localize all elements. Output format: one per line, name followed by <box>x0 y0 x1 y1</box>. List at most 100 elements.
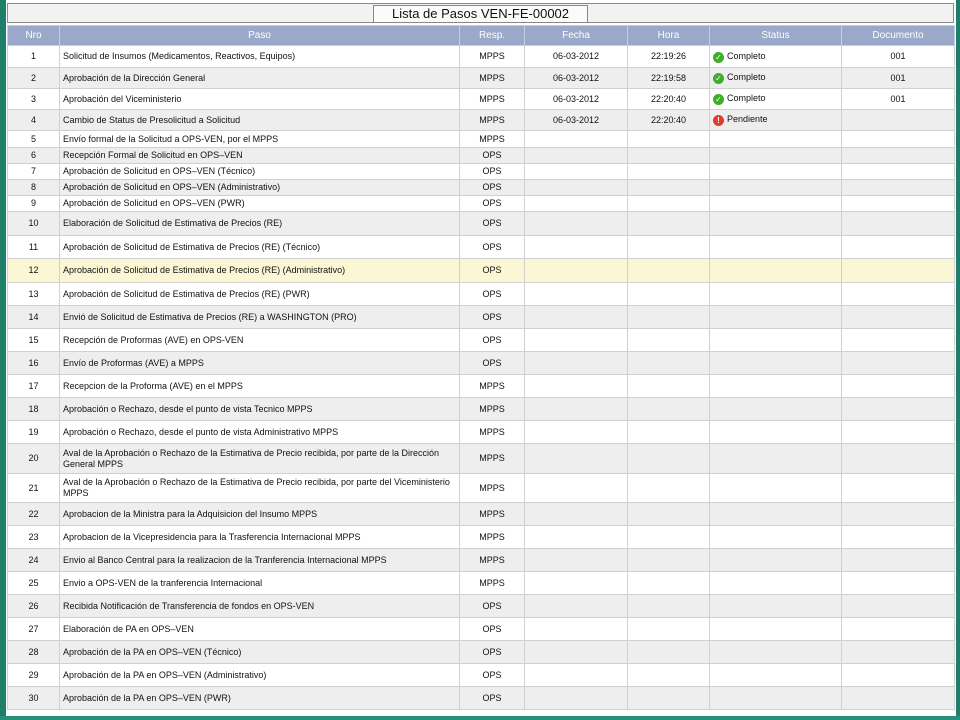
cell-fecha <box>524 374 628 398</box>
table-row[interactable]: 8 Aprobación de Solicitud en OPS–VEN (Adm… <box>7 179 955 196</box>
column-header-status[interactable]: Status <box>709 25 842 46</box>
table-row[interactable]: 12 Aprobación de Solicitud de Estimativa … <box>7 258 955 283</box>
cell-documento: 001 <box>841 88 955 110</box>
cell-resp: MPPS <box>459 109 525 131</box>
cell-fecha <box>524 663 628 687</box>
table-row[interactable]: 18 Aprobación o Rechazo, desde el punto d… <box>7 397 955 421</box>
table-row[interactable]: 26 Recibida Notificación de Transferencia… <box>7 594 955 618</box>
cell-documento <box>841 502 955 526</box>
table-row[interactable]: 22 Aprobacion de la Ministra para la Adqu… <box>7 502 955 526</box>
cell-status <box>709 397 842 421</box>
cell-status <box>709 686 842 710</box>
cell-resp: MPPS <box>459 397 525 421</box>
cell-status <box>709 211 842 236</box>
cell-paso: Solicitud de Insumos (Medicamentos, Reac… <box>59 45 460 68</box>
table-row[interactable]: 30 Aprobación de la PA en OPS–VEN (PWR) OP… <box>7 686 955 710</box>
table-row[interactable]: 13 Aprobación de Solicitud de Estimativa … <box>7 282 955 306</box>
column-header-hora[interactable]: Hora <box>627 25 710 46</box>
cell-hora <box>627 258 710 283</box>
cell-nro: 14 <box>7 305 60 329</box>
cell-resp: OPS <box>459 235 525 259</box>
table-row[interactable]: 24 Envio al Banco Central para la realiza… <box>7 548 955 572</box>
cell-documento <box>841 147 955 164</box>
panel-title-bar: Lista de Pasos VEN-FE-00002 <box>7 3 954 23</box>
cell-nro: 12 <box>7 258 60 283</box>
column-header-documento[interactable]: Documento <box>841 25 955 46</box>
cell-resp: OPS <box>459 328 525 352</box>
table-row[interactable]: 10 Elaboración de Solicitud de Estimativa… <box>7 211 955 236</box>
cell-hora <box>627 640 710 664</box>
cell-resp: OPS <box>459 640 525 664</box>
cell-hora <box>627 686 710 710</box>
table-row[interactable]: 5 Envío formal de la Solicitud a OPS-VEN,… <box>7 130 955 148</box>
cell-fecha <box>524 502 628 526</box>
cell-documento <box>841 640 955 664</box>
cell-resp: OPS <box>459 179 525 196</box>
cell-status <box>709 525 842 549</box>
cell-fecha <box>524 130 628 148</box>
table-row[interactable]: 25 Envio a OPS-VEN de la tranferencia Int… <box>7 571 955 595</box>
column-header-paso[interactable]: Paso <box>59 25 460 46</box>
table-row[interactable]: 4 Cambio de Status de Presolicitud a Soli… <box>7 109 955 131</box>
cell-paso: Aval de la Aprobación o Rechazo de la Es… <box>59 443 460 474</box>
table-row[interactable]: 29 Aprobación de la PA en OPS–VEN (Admini… <box>7 663 955 687</box>
cell-paso: Aprobación o Rechazo, desde el punto de … <box>59 397 460 421</box>
table-row[interactable]: 3 Aprobación del Viceministerio MPPS 06-03-… <box>7 88 955 110</box>
table-row[interactable]: 15 Recepción de Proformas (AVE) en OPS-VE… <box>7 328 955 352</box>
cell-hora <box>627 195 710 212</box>
cell-documento <box>841 195 955 212</box>
table-row[interactable]: 1 Solicitud de Insumos (Medicamentos, Rea… <box>7 45 955 68</box>
table-row[interactable]: 7 Aprobación de Solicitud en OPS–VEN (Téc… <box>7 163 955 180</box>
cell-resp: MPPS <box>459 548 525 572</box>
table-row[interactable]: 20 Aval de la Aprobación o Rechazo de la … <box>7 443 955 474</box>
table-row[interactable]: 28 Aprobación de la PA en OPS–VEN (Técnic… <box>7 640 955 664</box>
cell-resp: MPPS <box>459 525 525 549</box>
table-row[interactable]: 11 Aprobación de Solicitud de Estimativa … <box>7 235 955 259</box>
cell-resp: OPS <box>459 305 525 329</box>
page-title: Lista de Pasos VEN-FE-00002 <box>372 5 589 23</box>
cell-hora: 22:19:58 <box>627 67 710 89</box>
cell-documento <box>841 328 955 352</box>
cell-fecha <box>524 305 628 329</box>
cell-status <box>709 258 842 283</box>
table-row[interactable]: 2 Aprobación de la Dirección General MPPS 0… <box>7 67 955 89</box>
table-row[interactable]: 17 Recepcion de la Proforma (AVE) en el M… <box>7 374 955 398</box>
cell-nro: 16 <box>7 351 60 375</box>
cell-documento <box>841 548 955 572</box>
cell-status <box>709 443 842 474</box>
cell-paso: Aprobación de Solicitud de Estimativa de… <box>59 235 460 259</box>
cell-nro: 8 <box>7 179 60 196</box>
table-row[interactable]: 6 Recepción Formal de Solicitud en OPS–VE… <box>7 147 955 164</box>
cell-fecha <box>524 282 628 306</box>
cell-nro: 5 <box>7 130 60 148</box>
check-circle-icon: ✓ <box>713 73 724 84</box>
cell-hora <box>627 663 710 687</box>
cell-resp: MPPS <box>459 130 525 148</box>
cell-status: ! Pendiente <box>709 109 842 131</box>
cell-fecha <box>524 617 628 641</box>
cell-resp: MPPS <box>459 374 525 398</box>
cell-resp: OPS <box>459 617 525 641</box>
cell-status <box>709 594 842 618</box>
cell-paso: Recepcion de la Proforma (AVE) en el MPP… <box>59 374 460 398</box>
cell-status <box>709 328 842 352</box>
table-row[interactable]: 27 Elaboración de PA en OPS–VEN OPS <box>7 617 955 641</box>
cell-paso: Aprobación del Viceministerio <box>59 88 460 110</box>
table-row[interactable]: 19 Aprobación o Rechazo, desde el punto d… <box>7 420 955 444</box>
cell-hora <box>627 163 710 180</box>
table-row[interactable]: 16 Envío de Proformas (AVE) a MPPS OPS <box>7 351 955 375</box>
column-header-fecha[interactable]: Fecha <box>524 25 628 46</box>
cell-paso: Recibida Notificación de Transferencia d… <box>59 594 460 618</box>
table-row[interactable]: 14 Envió de Solicitud de Estimativa de Pr… <box>7 305 955 329</box>
column-header-nro[interactable]: Nro <box>7 25 60 46</box>
table-row[interactable]: 23 Aprobacion de la Vicepresidencia para … <box>7 525 955 549</box>
cell-documento <box>841 420 955 444</box>
table-row[interactable]: 9 Aprobación de Solicitud en OPS–VEN (PWR… <box>7 195 955 212</box>
cell-status: ✓ Completo <box>709 88 842 110</box>
cell-nro: 21 <box>7 473 60 503</box>
cell-hora <box>627 179 710 196</box>
table-header-row: Nro Paso Resp. Fecha Hora Status Documen… <box>7 25 955 46</box>
table-row[interactable]: 21 Aval de la Aprobación o Rechazo de la … <box>7 473 955 503</box>
column-header-resp[interactable]: Resp. <box>459 25 525 46</box>
cell-fecha <box>524 351 628 375</box>
